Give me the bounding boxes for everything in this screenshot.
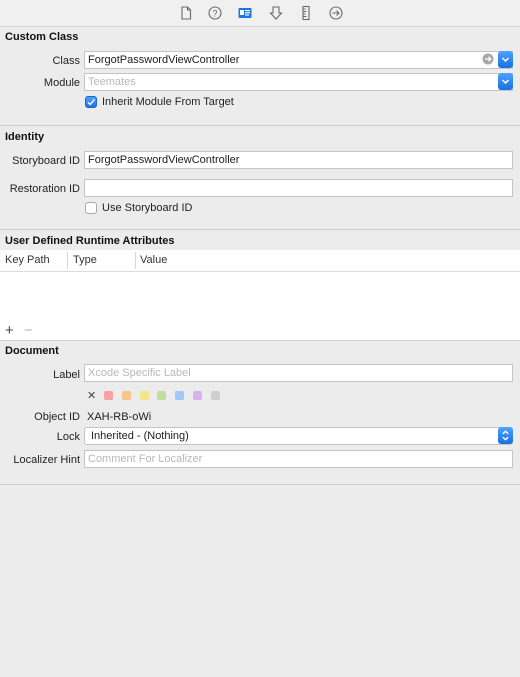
column-separator: [135, 252, 136, 269]
label-field[interactable]: Xcode Specific Label: [84, 364, 513, 382]
module-dropdown-button[interactable]: [498, 73, 513, 90]
use-storyboard-id-label: Use Storyboard ID: [102, 202, 193, 214]
updown-chevron-icon: [502, 430, 509, 441]
module-label: Module: [43, 77, 80, 89]
class-dropdown-button[interactable]: [498, 51, 513, 68]
class-field[interactable]: ForgotPasswordViewController: [84, 51, 513, 69]
class-label: Class: [52, 55, 80, 67]
document-title: Document: [5, 345, 59, 357]
custom-class-title: Custom Class: [5, 31, 79, 43]
inspector-toolbar: ?: [0, 0, 520, 27]
size-inspector-icon[interactable]: [298, 5, 314, 21]
identity-inspector-icon[interactable]: [237, 5, 253, 21]
inherit-module-checkbox[interactable]: [85, 96, 97, 108]
lock-label: Lock: [56, 431, 80, 443]
add-attribute-button[interactable]: +: [5, 323, 14, 338]
localizer-hint-placeholder: Comment For Localizer: [88, 453, 203, 465]
use-storyboard-id-checkbox[interactable]: [85, 202, 97, 214]
module-field[interactable]: Teemates: [84, 73, 513, 91]
localizer-hint-field[interactable]: Comment For Localizer: [84, 450, 513, 468]
column-separator: [67, 252, 68, 269]
go-to-class-icon[interactable]: [482, 53, 494, 65]
label-color-gray[interactable]: [211, 391, 220, 400]
localizer-hint-label: Localizer Hint: [13, 454, 80, 466]
checkmark-icon: [87, 99, 95, 106]
connections-inspector-icon[interactable]: [328, 5, 344, 21]
storyboard-id-field[interactable]: ForgotPasswordViewController: [84, 151, 513, 169]
label-label: Label: [53, 369, 80, 381]
storyboard-id-value: ForgotPasswordViewController: [88, 154, 240, 166]
storyboard-id-label: Storyboard ID: [12, 155, 80, 167]
clear-label-color-button[interactable]: ✕: [87, 389, 96, 402]
lock-popup[interactable]: Inherited - (Nothing): [84, 427, 513, 445]
inherit-module-label: Inherit Module From Target: [102, 96, 234, 108]
label-color-purple[interactable]: [193, 391, 202, 400]
class-value: ForgotPasswordViewController: [88, 54, 240, 66]
module-placeholder: Teemates: [88, 76, 136, 88]
lock-popup-button[interactable]: [498, 427, 513, 444]
attributes-inspector-icon[interactable]: [268, 5, 284, 21]
restoration-id-field[interactable]: [84, 179, 513, 197]
chevron-down-icon: [501, 57, 510, 63]
table-header-border: [0, 271, 520, 272]
runtime-attributes-title: User Defined Runtime Attributes: [5, 235, 175, 247]
object-id-label: Object ID: [34, 411, 80, 423]
label-placeholder: Xcode Specific Label: [88, 367, 191, 379]
section-divider: [0, 340, 520, 341]
runtime-attributes-table[interactable]: Key Path Type Value: [0, 250, 520, 340]
chevron-down-icon: [501, 79, 510, 85]
column-header-key-path[interactable]: Key Path: [5, 254, 50, 266]
column-header-value[interactable]: Value: [140, 254, 167, 266]
lock-value: Inherited - (Nothing): [91, 430, 189, 442]
label-color-green[interactable]: [157, 391, 166, 400]
identity-title: Identity: [5, 131, 45, 143]
label-color-orange[interactable]: [122, 391, 131, 400]
quick-help-icon[interactable]: ?: [207, 5, 223, 21]
svg-text:?: ?: [212, 8, 217, 18]
section-divider: [0, 229, 520, 230]
section-divider: [0, 484, 520, 485]
remove-attribute-button[interactable]: −: [24, 323, 33, 338]
section-divider: [0, 125, 520, 126]
label-color-red[interactable]: [104, 391, 113, 400]
label-color-yellow[interactable]: [140, 391, 149, 400]
label-color-blue[interactable]: [175, 391, 184, 400]
restoration-id-label: Restoration ID: [9, 183, 80, 195]
object-id-value: XAH-RB-oWi: [87, 411, 152, 423]
column-header-type[interactable]: Type: [73, 254, 97, 266]
file-inspector-icon[interactable]: [178, 5, 194, 21]
